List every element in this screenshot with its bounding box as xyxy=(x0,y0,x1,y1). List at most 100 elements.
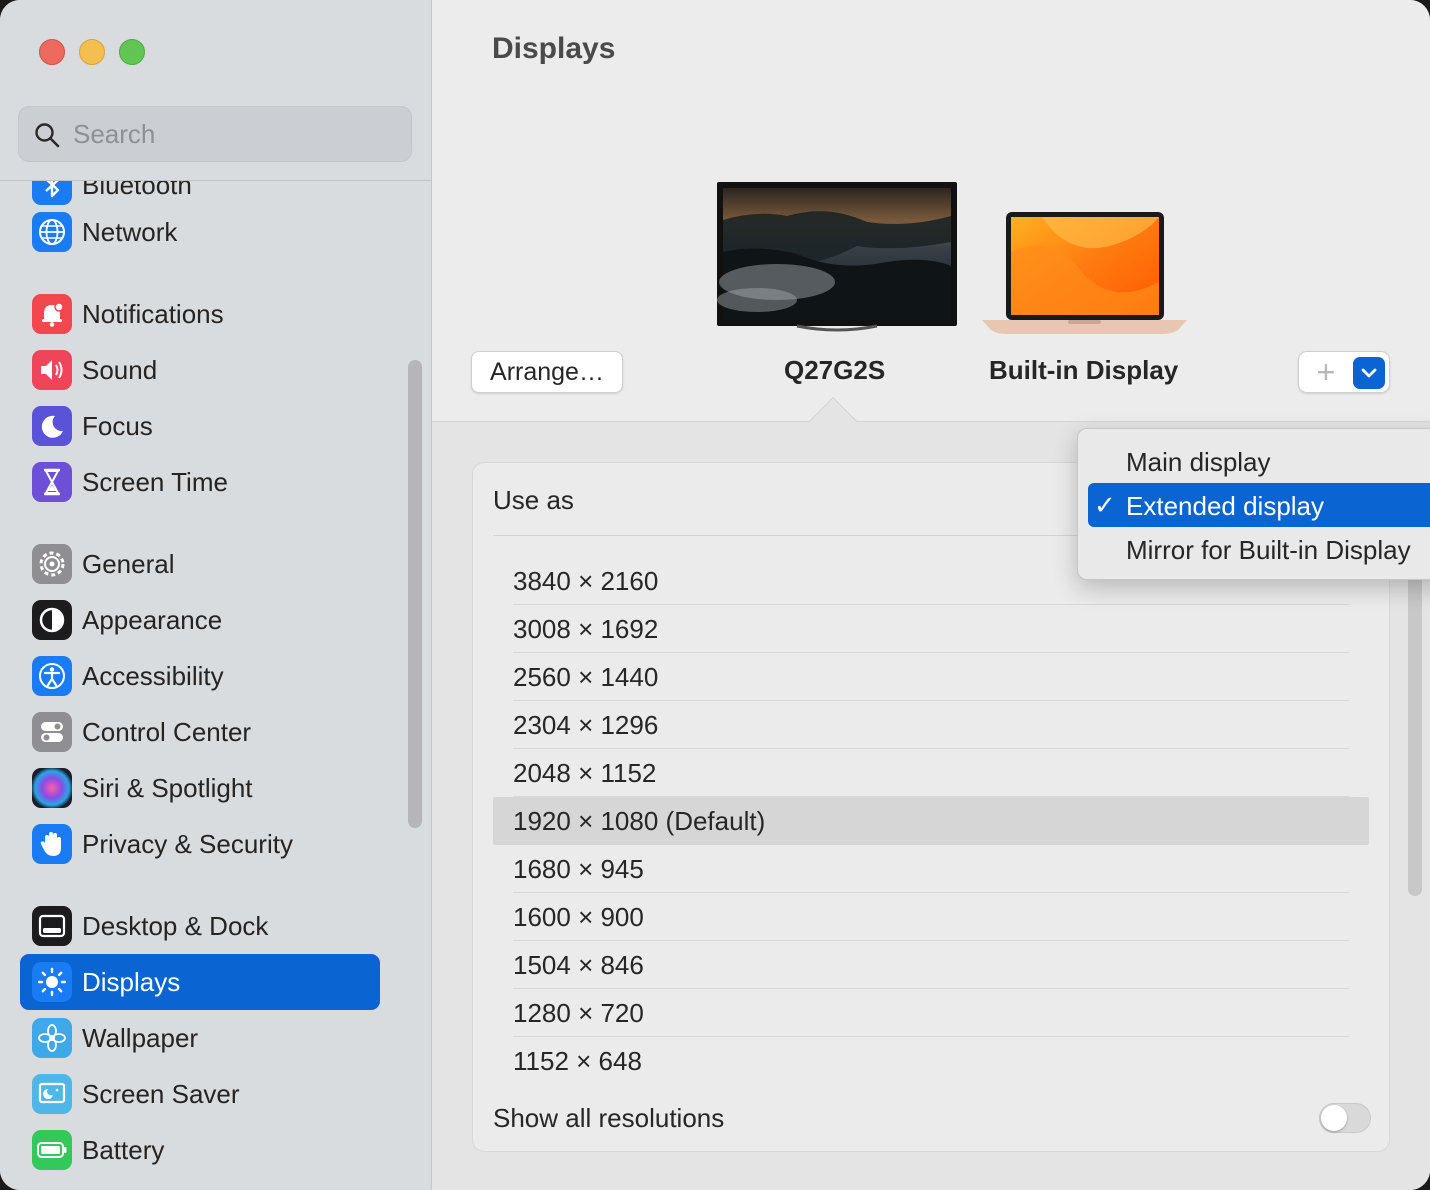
sidebar-item-screen-saver[interactable]: Screen Saver xyxy=(20,1066,380,1122)
hand-icon xyxy=(32,824,72,864)
chevron-down-icon xyxy=(1361,368,1377,378)
resolution-label: 1680 × 945 xyxy=(513,854,644,884)
sidebar-item-label: General xyxy=(82,549,175,579)
sidebar-item-appearance[interactable]: Appearance xyxy=(20,592,380,648)
settings-window: Bluetooth Network Notifications Sound xyxy=(0,0,1430,1190)
sidebar-item-label: Sound xyxy=(82,355,158,385)
gear-icon xyxy=(32,544,72,584)
resolution-label: 3840 × 2160 xyxy=(513,566,659,596)
bluetooth-icon xyxy=(32,181,72,205)
sidebar-item-network[interactable]: Network xyxy=(20,204,380,260)
resolution-option[interactable]: 2048 × 1152 xyxy=(493,749,1369,797)
speaker-icon xyxy=(32,350,72,390)
sidebar-item-label: Siri & Spotlight xyxy=(82,773,253,803)
bell-icon xyxy=(32,294,72,334)
resolution-option[interactable]: 1280 × 720 xyxy=(493,989,1369,1037)
resolution-label: 1504 × 846 xyxy=(513,950,644,980)
show-all-resolutions-label: Show all resolutions xyxy=(493,1103,725,1133)
sidebar-item-label: Displays xyxy=(82,967,181,997)
resolution-option[interactable]: 3008 × 1692 xyxy=(493,605,1369,653)
sidebar-item-label: Screen Time xyxy=(82,467,228,497)
panel-divider xyxy=(432,421,1430,422)
external-monitor-thumbnail[interactable] xyxy=(717,182,957,334)
sidebar-item-wallpaper[interactable]: Wallpaper xyxy=(20,1010,380,1066)
resolution-option[interactable]: 1680 × 945 xyxy=(493,845,1369,893)
toggles-icon xyxy=(32,712,72,752)
maximize-window-button[interactable] xyxy=(119,39,145,65)
flower-icon xyxy=(32,1018,72,1058)
search-field[interactable] xyxy=(18,106,412,162)
sidebar-item-focus[interactable]: Focus xyxy=(20,398,380,454)
main-content: Displays Arrange… Q27G2S Built-in Displa… xyxy=(432,0,1430,1190)
hourglass-icon xyxy=(32,462,72,502)
add-display-button[interactable]: + xyxy=(1311,356,1341,388)
resolution-label: 1920 × 1080 (Default) xyxy=(513,806,766,836)
sidebar-item-label: Network xyxy=(82,217,178,247)
screensaver-icon xyxy=(32,1074,72,1114)
minimize-window-button[interactable] xyxy=(79,39,105,65)
sidebar-item-label: Control Center xyxy=(82,717,252,747)
menu-item-label: Extended display xyxy=(1126,491,1325,521)
use-as-label: Use as xyxy=(493,485,574,515)
sidebar-item-label: Accessibility xyxy=(82,661,224,691)
sidebar-item-control-center[interactable]: Control Center xyxy=(20,704,380,760)
dock-icon xyxy=(32,906,72,946)
menu-item-extended-display[interactable]: ✓ Extended display xyxy=(1088,483,1430,527)
sidebar-item-label: Appearance xyxy=(82,605,223,635)
resolution-option[interactable]: 2560 × 1440 xyxy=(493,653,1369,701)
sidebar-item-label: Wallpaper xyxy=(82,1023,199,1053)
builtin-display-thumbnail[interactable] xyxy=(982,212,1187,336)
resolution-option-selected[interactable]: 1920 × 1080 (Default) xyxy=(493,797,1369,845)
sidebar-item-label: Battery xyxy=(82,1135,165,1165)
appearance-icon xyxy=(32,600,72,640)
sidebar-item-displays[interactable]: Displays xyxy=(20,954,380,1010)
search-input[interactable] xyxy=(73,107,393,161)
menu-item-label: Main display xyxy=(1126,447,1271,477)
menu-item-mirror-display[interactable]: Mirror for Built-in Display xyxy=(1088,527,1430,571)
sidebar-item-battery[interactable]: Battery xyxy=(20,1122,380,1178)
content-scrollbar[interactable] xyxy=(1408,560,1422,896)
checkmark-icon: ✓ xyxy=(1094,490,1116,520)
sidebar-item-label: Privacy & Security xyxy=(82,829,293,859)
siri-icon xyxy=(32,768,72,808)
resolution-label: 1600 × 900 xyxy=(513,902,644,932)
sidebar-item-label: Notifications xyxy=(82,299,224,329)
sidebar-item-label: Focus xyxy=(82,411,153,441)
sidebar-item-desktop-dock[interactable]: Desktop & Dock xyxy=(20,898,380,954)
resolution-option[interactable]: 1504 × 846 xyxy=(493,941,1369,989)
sidebar-item-accessibility[interactable]: Accessibility xyxy=(20,648,380,704)
resolution-label: 1280 × 720 xyxy=(513,998,644,1028)
sidebar-item-notifications[interactable]: Notifications xyxy=(20,286,380,342)
moon-icon xyxy=(32,406,72,446)
resolution-label: 2048 × 1152 xyxy=(513,758,657,788)
use-as-menu: Main display ✓ Extended display Mirror f… xyxy=(1077,428,1430,580)
arrange-button[interactable]: Arrange… xyxy=(471,351,623,393)
add-display-dropdown-button[interactable] xyxy=(1353,357,1385,389)
close-window-button[interactable] xyxy=(39,39,65,65)
resolution-option[interactable]: 1600 × 900 xyxy=(493,893,1369,941)
display-name-builtin[interactable]: Built-in Display xyxy=(989,355,1178,386)
sidebar-item-label: Desktop & Dock xyxy=(82,911,269,941)
resolution-label: 2560 × 1440 xyxy=(513,662,659,692)
sidebar-scrollbar[interactable] xyxy=(408,360,422,828)
sidebar-item-siri-spotlight[interactable]: Siri & Spotlight xyxy=(20,760,380,816)
resolution-label: 3008 × 1692 xyxy=(513,614,659,644)
sidebar-item-screen-time[interactable]: Screen Time xyxy=(20,454,380,510)
add-display-control: + xyxy=(1298,351,1390,393)
resolution-option[interactable]: 1152 × 648 xyxy=(493,1037,1369,1085)
show-all-resolutions-toggle[interactable] xyxy=(1319,1103,1371,1133)
sidebar-item-general[interactable]: General xyxy=(20,536,380,592)
menu-item-main-display[interactable]: Main display xyxy=(1088,439,1430,483)
sidebar-item-sound[interactable]: Sound xyxy=(20,342,380,398)
page-title: Displays xyxy=(492,32,616,65)
resolution-label: 2304 × 1296 xyxy=(513,710,659,740)
battery-icon xyxy=(32,1130,72,1170)
toggle-knob xyxy=(1321,1105,1347,1131)
accessibility-icon xyxy=(32,656,72,696)
display-name-external[interactable]: Q27G2S xyxy=(784,355,885,386)
sidebar-item-label: Bluetooth xyxy=(82,181,192,200)
sidebar-item-privacy-security[interactable]: Privacy & Security xyxy=(20,816,380,872)
resolution-option[interactable]: 2304 × 1296 xyxy=(493,701,1369,749)
sidebar-list: Bluetooth Network Notifications Sound Fo… xyxy=(0,181,432,1190)
sidebar-item-label: Screen Saver xyxy=(82,1079,240,1109)
